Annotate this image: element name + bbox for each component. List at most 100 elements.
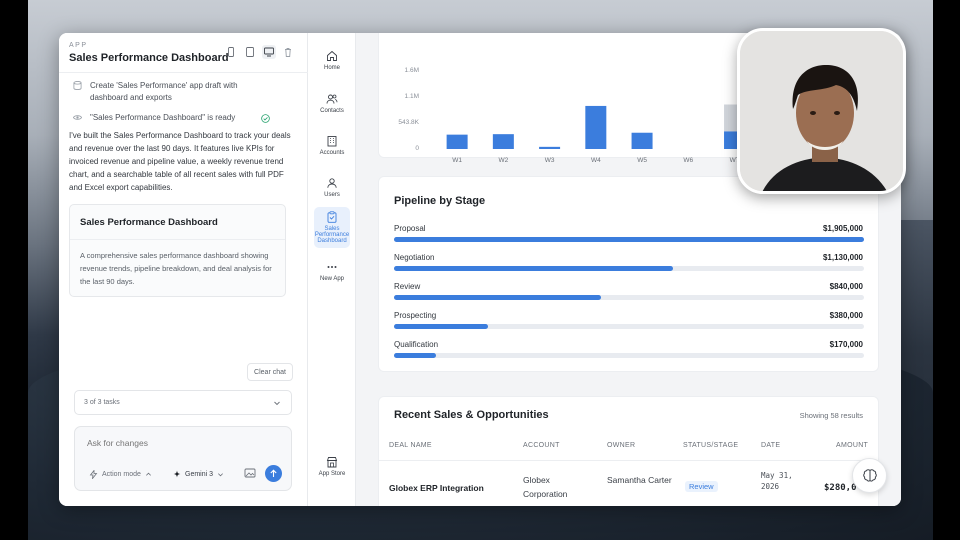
card-title: Sales Performance Dashboard [80, 217, 218, 228]
bar-W3-series0[interactable] [539, 146, 561, 149]
arrow-up-icon [270, 469, 277, 477]
stage-progress-track [394, 237, 864, 242]
column-header-owner[interactable]: OWNER [607, 442, 635, 449]
image-upload-icon[interactable] [244, 467, 256, 479]
table-title: Recent Sales & Opportunities [394, 409, 549, 421]
model-label: Gemini 3 [185, 470, 214, 478]
app-kicker: APP [69, 42, 88, 49]
step-item: Create 'Sales Performance' app draft wit… [73, 80, 273, 104]
nav-item-contacts[interactable]: Contacts [308, 93, 356, 114]
header-divider [379, 460, 878, 461]
x-tick-label: W3 [544, 157, 555, 164]
column-header-amount[interactable]: AMOUNT [836, 442, 868, 449]
owner-name: Samantha Carter [607, 475, 672, 485]
tasks-dropdown[interactable]: 3 of 3 tasks [74, 390, 292, 415]
more-icon [327, 266, 337, 268]
x-tick-label: W6 [683, 157, 694, 164]
stage-value: $170,000 [829, 340, 863, 349]
tablet-icon[interactable] [243, 45, 257, 59]
pipeline-title: Pipeline by Stage [394, 195, 486, 207]
stage-label: Review [394, 282, 421, 291]
nav-label: Users [324, 192, 340, 198]
column-header-status[interactable]: STATUS/STAGE [683, 442, 738, 449]
composer: Action mode Gemini 3 [74, 426, 292, 491]
stage-progress-track [394, 324, 864, 329]
step-text: Create 'Sales Performance' app draft wit… [90, 81, 238, 102]
model-selector[interactable]: Gemini 3 [173, 470, 224, 478]
stage-value: $1,905,000 [822, 224, 863, 233]
action-mode-selector[interactable]: Action mode [89, 470, 152, 479]
chevron-down-icon [218, 472, 223, 476]
app-title: Sales Performance Dashboard [69, 52, 229, 64]
stage-progress-fill [394, 266, 673, 271]
phone-icon[interactable] [224, 45, 238, 59]
results-count: Showing 58 results [799, 411, 863, 420]
nav-item-app-store[interactable]: App Store [308, 456, 356, 477]
stage-progress-track [394, 353, 864, 358]
contacts-icon [326, 94, 338, 104]
stage-progress-fill [394, 324, 488, 329]
nav-label: New App [319, 276, 344, 282]
chat-panel: APP Sales Performance Dashboard Create '… [59, 33, 308, 506]
header-divider [59, 72, 308, 73]
stage-value: $1,130,000 [822, 253, 863, 262]
home-icon [327, 50, 337, 61]
desktop-icon[interactable] [262, 45, 276, 59]
x-tick-label: W4 [590, 157, 601, 164]
nav-label: Accounts [319, 150, 345, 156]
users-icon [327, 178, 337, 188]
building-icon [327, 136, 337, 147]
nav-item-users[interactable]: Users [308, 177, 356, 198]
x-tick-label: W5 [637, 157, 647, 164]
column-header-date[interactable]: DATE [761, 442, 780, 449]
nav-item-accounts[interactable]: Accounts [308, 135, 356, 156]
trash-icon[interactable] [281, 45, 295, 59]
nav-item-sales-dashboard[interactable]: Sales Performance Dashboard [314, 207, 350, 248]
brain-icon [862, 468, 877, 482]
stage-label: Proposal [394, 224, 426, 233]
device-toggle [224, 45, 295, 59]
x-tick-label: W2 [498, 157, 509, 164]
column-header-account[interactable]: ACCOUNT [523, 442, 560, 449]
stage-progress-track [394, 295, 864, 300]
pipeline-panel: Pipeline by Stage Proposal $1,905,000 Nego… [378, 176, 879, 372]
stage-value: $380,000 [829, 311, 863, 320]
nav-label: Sales Performance Dashboard [314, 226, 350, 244]
card-divider [70, 239, 285, 240]
nav-item-home[interactable]: Home [308, 50, 356, 71]
lightning-icon [89, 470, 98, 479]
column-header-deal[interactable]: DEAL NAME [389, 442, 432, 449]
eye-icon [73, 115, 82, 120]
nav-rail: Home Contacts Accounts Users Sales Perfo… [308, 33, 356, 506]
presenter-portrait [740, 31, 903, 191]
nav-label: Home [323, 65, 340, 71]
nav-label: App Store [318, 471, 346, 477]
stage-progress-fill [394, 353, 436, 358]
chevron-down-icon [274, 401, 280, 406]
step-text: "Sales Performance Dashboard" is ready [90, 113, 236, 122]
app-preview-card[interactable]: Sales Performance Dashboard A comprehens… [69, 204, 286, 297]
clear-chat-button[interactable]: Clear chat [247, 363, 293, 381]
status-badge: Review [685, 481, 718, 492]
assistant-fab[interactable] [852, 458, 887, 493]
mode-label: Action mode [102, 471, 141, 478]
send-button[interactable] [265, 465, 282, 482]
x-tick-label: W1 [452, 157, 462, 164]
database-icon [73, 81, 82, 90]
tasks-label: 3 of 3 tasks [84, 399, 120, 406]
bar-W4-series0[interactable] [585, 105, 607, 149]
bar-W5-series0[interactable] [631, 132, 653, 149]
stage-label: Qualification [394, 340, 439, 349]
bar-W1-series0[interactable] [446, 134, 468, 149]
stage-label: Negotiation [394, 253, 435, 262]
step-item: "Sales Performance Dashboard" is ready [73, 112, 273, 124]
assistant-message: I've built the Sales Performance Dashboa… [69, 131, 291, 192]
deal-amount: $280,0 [824, 483, 857, 493]
bar-W2-series0[interactable] [492, 134, 514, 149]
composer-input[interactable] [87, 438, 277, 448]
sparkle-icon [173, 470, 181, 478]
nav-item-new-app[interactable]: New App [308, 261, 356, 282]
recent-sales-panel: Recent Sales & Opportunities Showing 58 … [378, 396, 879, 506]
stage-value: $840,000 [829, 282, 863, 291]
store-icon [326, 457, 338, 468]
